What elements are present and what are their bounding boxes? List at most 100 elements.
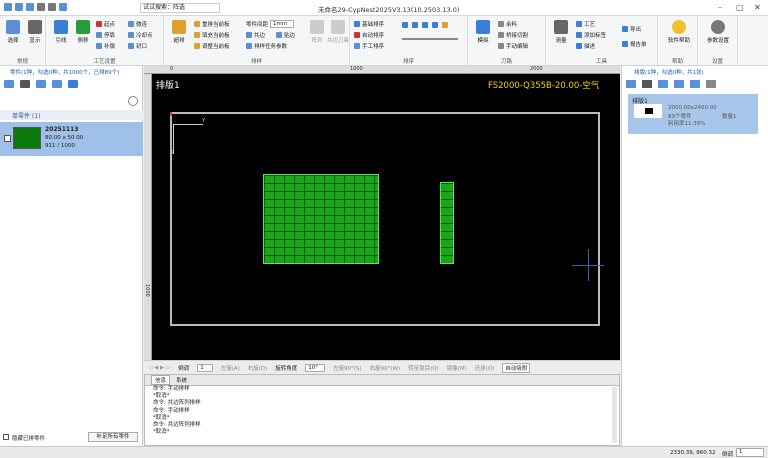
display-button[interactable]: 显示: [24, 20, 46, 44]
spacing-select[interactable]: 1mm: [270, 20, 295, 28]
snap-edge-button[interactable]: 贴边: [276, 31, 295, 39]
lead-line-button[interactable]: 引线: [50, 20, 72, 44]
mirror-button[interactable]: 镜像(M): [447, 364, 467, 372]
cooling-point-button[interactable]: 冷却点: [128, 31, 153, 39]
rotate-left-90-button[interactable]: 左旋90°(S): [333, 364, 362, 372]
report-icon: [622, 41, 628, 47]
software-help-button[interactable]: 软件帮助: [665, 20, 693, 44]
param-settings-button[interactable]: 参数设置: [704, 20, 732, 44]
log-line: 命令: 共边阵列排样: [153, 422, 201, 429]
super-nest-button[interactable]: 超排: [168, 20, 190, 44]
sheet-sort-icon[interactable]: [674, 80, 684, 88]
array-button[interactable]: 阵列: [306, 20, 328, 44]
rotate-right-90-button[interactable]: 右旋90°(W): [370, 364, 400, 372]
nest-icon: [172, 20, 186, 34]
manual-sort-icon: [354, 43, 360, 49]
window-title: 未命名29-CypNest2025V3.13(10.2503.13.0): [318, 6, 460, 14]
process-button[interactable]: 工艺: [576, 20, 595, 28]
output-scrollbar[interactable]: [612, 387, 617, 443]
restore-button[interactable]: 还原(O): [475, 364, 495, 372]
add-sheet-icon[interactable]: [626, 80, 636, 88]
rotate-right-button[interactable]: 右旋(D): [248, 364, 268, 372]
start-point-button[interactable]: 起点: [96, 20, 115, 28]
bridge-icon: [498, 32, 504, 38]
manual-sort-button[interactable]: 手工排序: [354, 42, 384, 50]
nesting-canvas[interactable]: 0 1000 2000 1000 排版1 FS2000-Q355B-20.00-…: [144, 66, 620, 360]
seal-button[interactable]: 封口: [128, 42, 147, 50]
table-view-icon[interactable]: [68, 80, 78, 88]
sheet-move-icon[interactable]: [690, 80, 700, 88]
common-edge-button[interactable]: 共边: [246, 31, 265, 39]
add-part-icon[interactable]: [4, 80, 14, 88]
tab-info[interactable]: 信息: [151, 375, 171, 385]
simulate-button[interactable]: 模拟: [472, 20, 494, 44]
adjust-current-button[interactable]: 调整当前板: [194, 42, 230, 50]
nest-task-params-button[interactable]: 排样任务参数: [246, 42, 287, 50]
select-button[interactable]: 选择: [2, 20, 24, 44]
ribbon-group-toolpath: 模拟 余料 桥接切割 手动编辑 刀路: [468, 16, 546, 66]
goto-target-button[interactable]: 转至靠目(Q): [408, 364, 439, 372]
remove-part-icon[interactable]: [20, 80, 30, 88]
save-icon[interactable]: [26, 3, 34, 11]
single-part-section[interactable]: 单零件 (1): [0, 110, 143, 120]
fill-current-button[interactable]: 填充当前板: [194, 31, 230, 39]
nav-arrows[interactable]: ◁ ◀ ▶ ▷: [148, 365, 170, 371]
part-list-item[interactable]: 20251113 80.00 x 50.00 911 / 1000: [0, 122, 143, 156]
describe-button[interactable]: 描述: [576, 42, 595, 50]
report-button[interactable]: 报告单: [622, 40, 647, 48]
manual-edit-button[interactable]: 手动编辑: [498, 42, 528, 50]
sort-icon[interactable]: [52, 80, 62, 88]
command-search-input[interactable]: 试试搜索：阵选: [140, 3, 220, 13]
prev-icon[interactable]: [412, 22, 418, 28]
first-icon[interactable]: [402, 22, 408, 28]
cooling-icon: [128, 32, 134, 38]
measure-button[interactable]: 测量: [550, 20, 572, 44]
basic-sort-button[interactable]: 基础排序: [354, 20, 384, 28]
auto-sort-button[interactable]: 自动排序: [354, 31, 384, 39]
undo-icon[interactable]: [37, 3, 45, 11]
part-checkbox[interactable]: [4, 135, 11, 142]
remnant-button[interactable]: 余料: [498, 20, 517, 28]
rotate-mode-select[interactable]: 1: [197, 363, 213, 372]
renest-current-button[interactable]: 重排当前板: [194, 20, 230, 28]
common-edge-tool-button[interactable]: 共边刀具: [327, 20, 349, 44]
add-label-button[interactable]: 添加标签: [576, 31, 606, 39]
search-icon[interactable]: [128, 96, 138, 106]
angle-select[interactable]: 10°: [305, 363, 326, 372]
status-mode-select[interactable]: 1: [736, 448, 764, 457]
help-icon[interactable]: [59, 3, 67, 11]
seal-icon: [128, 43, 134, 49]
fill-all-parts-button[interactable]: 补足所有零件: [88, 432, 138, 442]
nested-part-array-column[interactable]: [440, 182, 454, 264]
export-button[interactable]: 导出: [622, 25, 641, 33]
sort-progress-slider[interactable]: [402, 38, 458, 40]
remove-sheet-icon[interactable]: [642, 80, 652, 88]
nested-part-array-main[interactable]: [263, 174, 379, 264]
next-icon[interactable]: [422, 22, 428, 28]
auto-snap-toggle[interactable]: 自动吸附: [502, 362, 531, 373]
list-view-icon[interactable]: [36, 80, 46, 88]
mark-icon[interactable]: [442, 22, 448, 28]
sheet-list-item[interactable]: 排版1 2000.00x2400.00 89个零件 数量1 利用率11.39%: [628, 94, 758, 134]
micro-joint-button[interactable]: 微连: [128, 20, 147, 28]
hide-placed-checkbox[interactable]: [3, 434, 9, 440]
sheet-save-icon[interactable]: [706, 80, 716, 88]
sheet-boundary[interactable]: [170, 112, 600, 326]
rotate-left-button[interactable]: 左旋(A): [221, 364, 240, 372]
open-file-icon[interactable]: [15, 3, 23, 11]
cursor-coordinates: 2330.39, 860.32: [670, 450, 716, 456]
minimize-icon[interactable]: –: [718, 3, 722, 12]
close-icon[interactable]: ✕: [754, 3, 761, 12]
last-icon[interactable]: [432, 22, 438, 28]
quick-access-toolbar: [4, 3, 67, 11]
redo-icon[interactable]: [48, 3, 56, 11]
offset-button[interactable]: 侧移: [72, 20, 94, 44]
bridge-cut-button[interactable]: 桥接切割: [498, 31, 528, 39]
maximize-icon[interactable]: ▢: [736, 3, 744, 12]
dock-button[interactable]: 停靠: [96, 31, 115, 39]
compensation-button[interactable]: 补偿: [96, 42, 115, 50]
tab-system[interactable]: 系统: [176, 376, 187, 384]
sheet-list-icon[interactable]: [658, 80, 668, 88]
new-file-icon[interactable]: [4, 3, 12, 11]
export-icon: [622, 26, 628, 32]
